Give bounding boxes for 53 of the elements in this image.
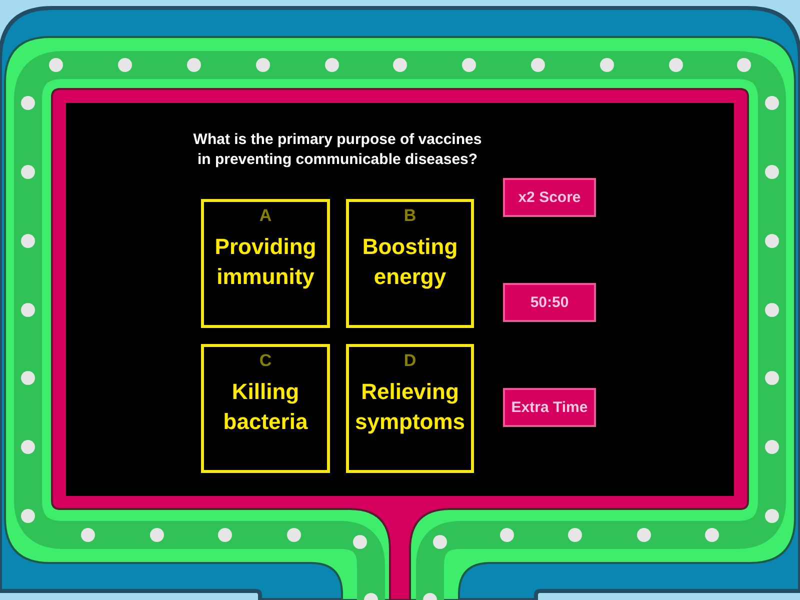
marquee-light-icon: [21, 234, 35, 248]
marquee-light-icon: [765, 440, 779, 454]
marquee-light-icon: [637, 528, 651, 542]
marquee-light-icon: [765, 371, 779, 385]
marquee-light-icon: [433, 535, 447, 549]
marquee-light-icon: [21, 96, 35, 110]
marquee-light-icon: [500, 528, 514, 542]
answer-letter: C: [259, 351, 272, 371]
answer-option[interactable]: D Relieving symptoms: [346, 344, 474, 473]
answer-letter: B: [404, 206, 416, 226]
answer-text: Relieving symptoms: [354, 378, 466, 436]
marquee-light-icon: [531, 58, 545, 72]
answer-text: Boosting energy: [361, 233, 459, 291]
power-up-button[interactable]: 50:50: [503, 283, 596, 322]
marquee-light-icon: [669, 58, 683, 72]
marquee-light-icon: [765, 234, 779, 248]
marquee-light-icon: [737, 58, 751, 72]
marquee-light-icon: [287, 528, 301, 542]
marquee-light-icon: [21, 509, 35, 523]
answer-option[interactable]: A Providing immunity: [201, 199, 330, 328]
power-up-button[interactable]: Extra Time: [503, 388, 596, 427]
marquee-light-icon: [600, 58, 614, 72]
marquee-light-icon: [21, 303, 35, 317]
marquee-light-icon: [364, 593, 378, 600]
marquee-light-icon: [765, 96, 779, 110]
marquee-light-icon: [187, 58, 201, 72]
marquee-light-icon: [118, 58, 132, 72]
marquee-light-icon: [423, 593, 437, 600]
marquee-light-icon: [765, 509, 779, 523]
answer-letter: D: [404, 351, 416, 371]
marquee-light-icon: [256, 58, 270, 72]
marquee-light-icon: [765, 165, 779, 179]
marquee-light-icon: [49, 58, 63, 72]
marquee-light-icon: [21, 371, 35, 385]
marquee-light-icon: [21, 165, 35, 179]
power-up-button[interactable]: x2 Score: [503, 178, 596, 217]
marquee-light-icon: [150, 528, 164, 542]
marquee-light-icon: [393, 58, 407, 72]
answer-option[interactable]: B Boosting energy: [346, 199, 474, 328]
answer-text: Killing bacteria: [222, 378, 309, 436]
marquee-light-icon: [81, 528, 95, 542]
answer-letter: A: [259, 206, 272, 226]
question-text: What is the primary purpose of vaccines in preventing communicable diseases?: [192, 130, 483, 170]
marquee-light-icon: [218, 528, 232, 542]
marquee-light-icon: [705, 528, 719, 542]
answer-text: Providing immunity: [214, 233, 318, 291]
marquee-light-icon: [765, 303, 779, 317]
answer-option[interactable]: C Killing bacteria: [201, 344, 330, 473]
marquee-light-icon: [568, 528, 582, 542]
marquee-light-icon: [462, 58, 476, 72]
marquee-light-icon: [325, 58, 339, 72]
marquee-light-icon: [21, 440, 35, 454]
marquee-light-icon: [353, 535, 367, 549]
